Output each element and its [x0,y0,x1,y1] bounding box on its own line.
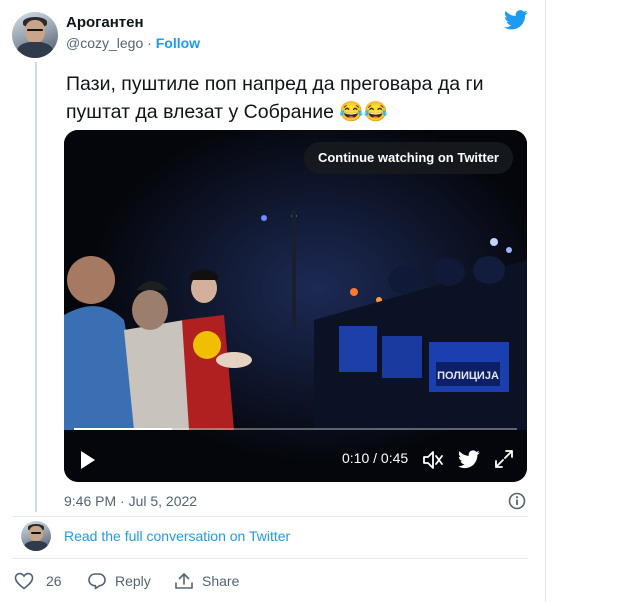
twitter-small-icon[interactable] [458,450,480,469]
share-icon [175,573,193,589]
user-handle[interactable]: @cozy_lego [66,35,143,51]
tweet-card: Арогантен @cozy_lego · Follow Пази, пушт… [0,0,546,602]
read-conversation-link[interactable]: Read the full conversation on Twitter [64,528,290,544]
divider [12,558,528,559]
heart-icon [14,572,34,590]
info-icon[interactable] [508,492,526,510]
reply-button[interactable]: Reply [87,572,151,590]
like-count: 26 [46,573,62,589]
progress-fill [74,428,173,430]
handle-separator: · [143,35,156,51]
volume-icon[interactable] [422,449,444,471]
play-icon[interactable] [79,450,97,470]
share-label: Share [202,573,240,589]
follow-button[interactable]: Follow [156,35,200,51]
user-name[interactable]: Арогантен [66,14,144,31]
police-label: ПОЛИЦИЈА [437,370,499,382]
expand-icon[interactable] [494,449,514,469]
divider [12,516,528,517]
progress-bar[interactable] [74,428,517,430]
reply-icon [88,573,106,590]
tweet-text: Пази, пуштиле поп напред да преговара да… [66,73,484,123]
video-time: 0:10 / 0:45 [342,450,409,466]
avatar-small[interactable] [21,521,51,551]
like-button[interactable]: 26 [14,572,62,590]
continue-watching-button[interactable]: Continue watching on Twitter [303,142,513,174]
twitter-bird-icon[interactable] [504,10,528,30]
user-handle-line: @cozy_lego · Follow [66,35,200,51]
tweet-timestamp[interactable]: 9:46 PM · Jul 5, 2022 [64,493,197,509]
thread-line [35,62,37,512]
share-button[interactable]: Share [174,572,239,590]
reply-label: Reply [115,573,151,589]
avatar[interactable] [12,12,58,58]
video-player[interactable]: ПОЛИЦИЈА Continue watching on Twitter 0:… [64,130,527,482]
